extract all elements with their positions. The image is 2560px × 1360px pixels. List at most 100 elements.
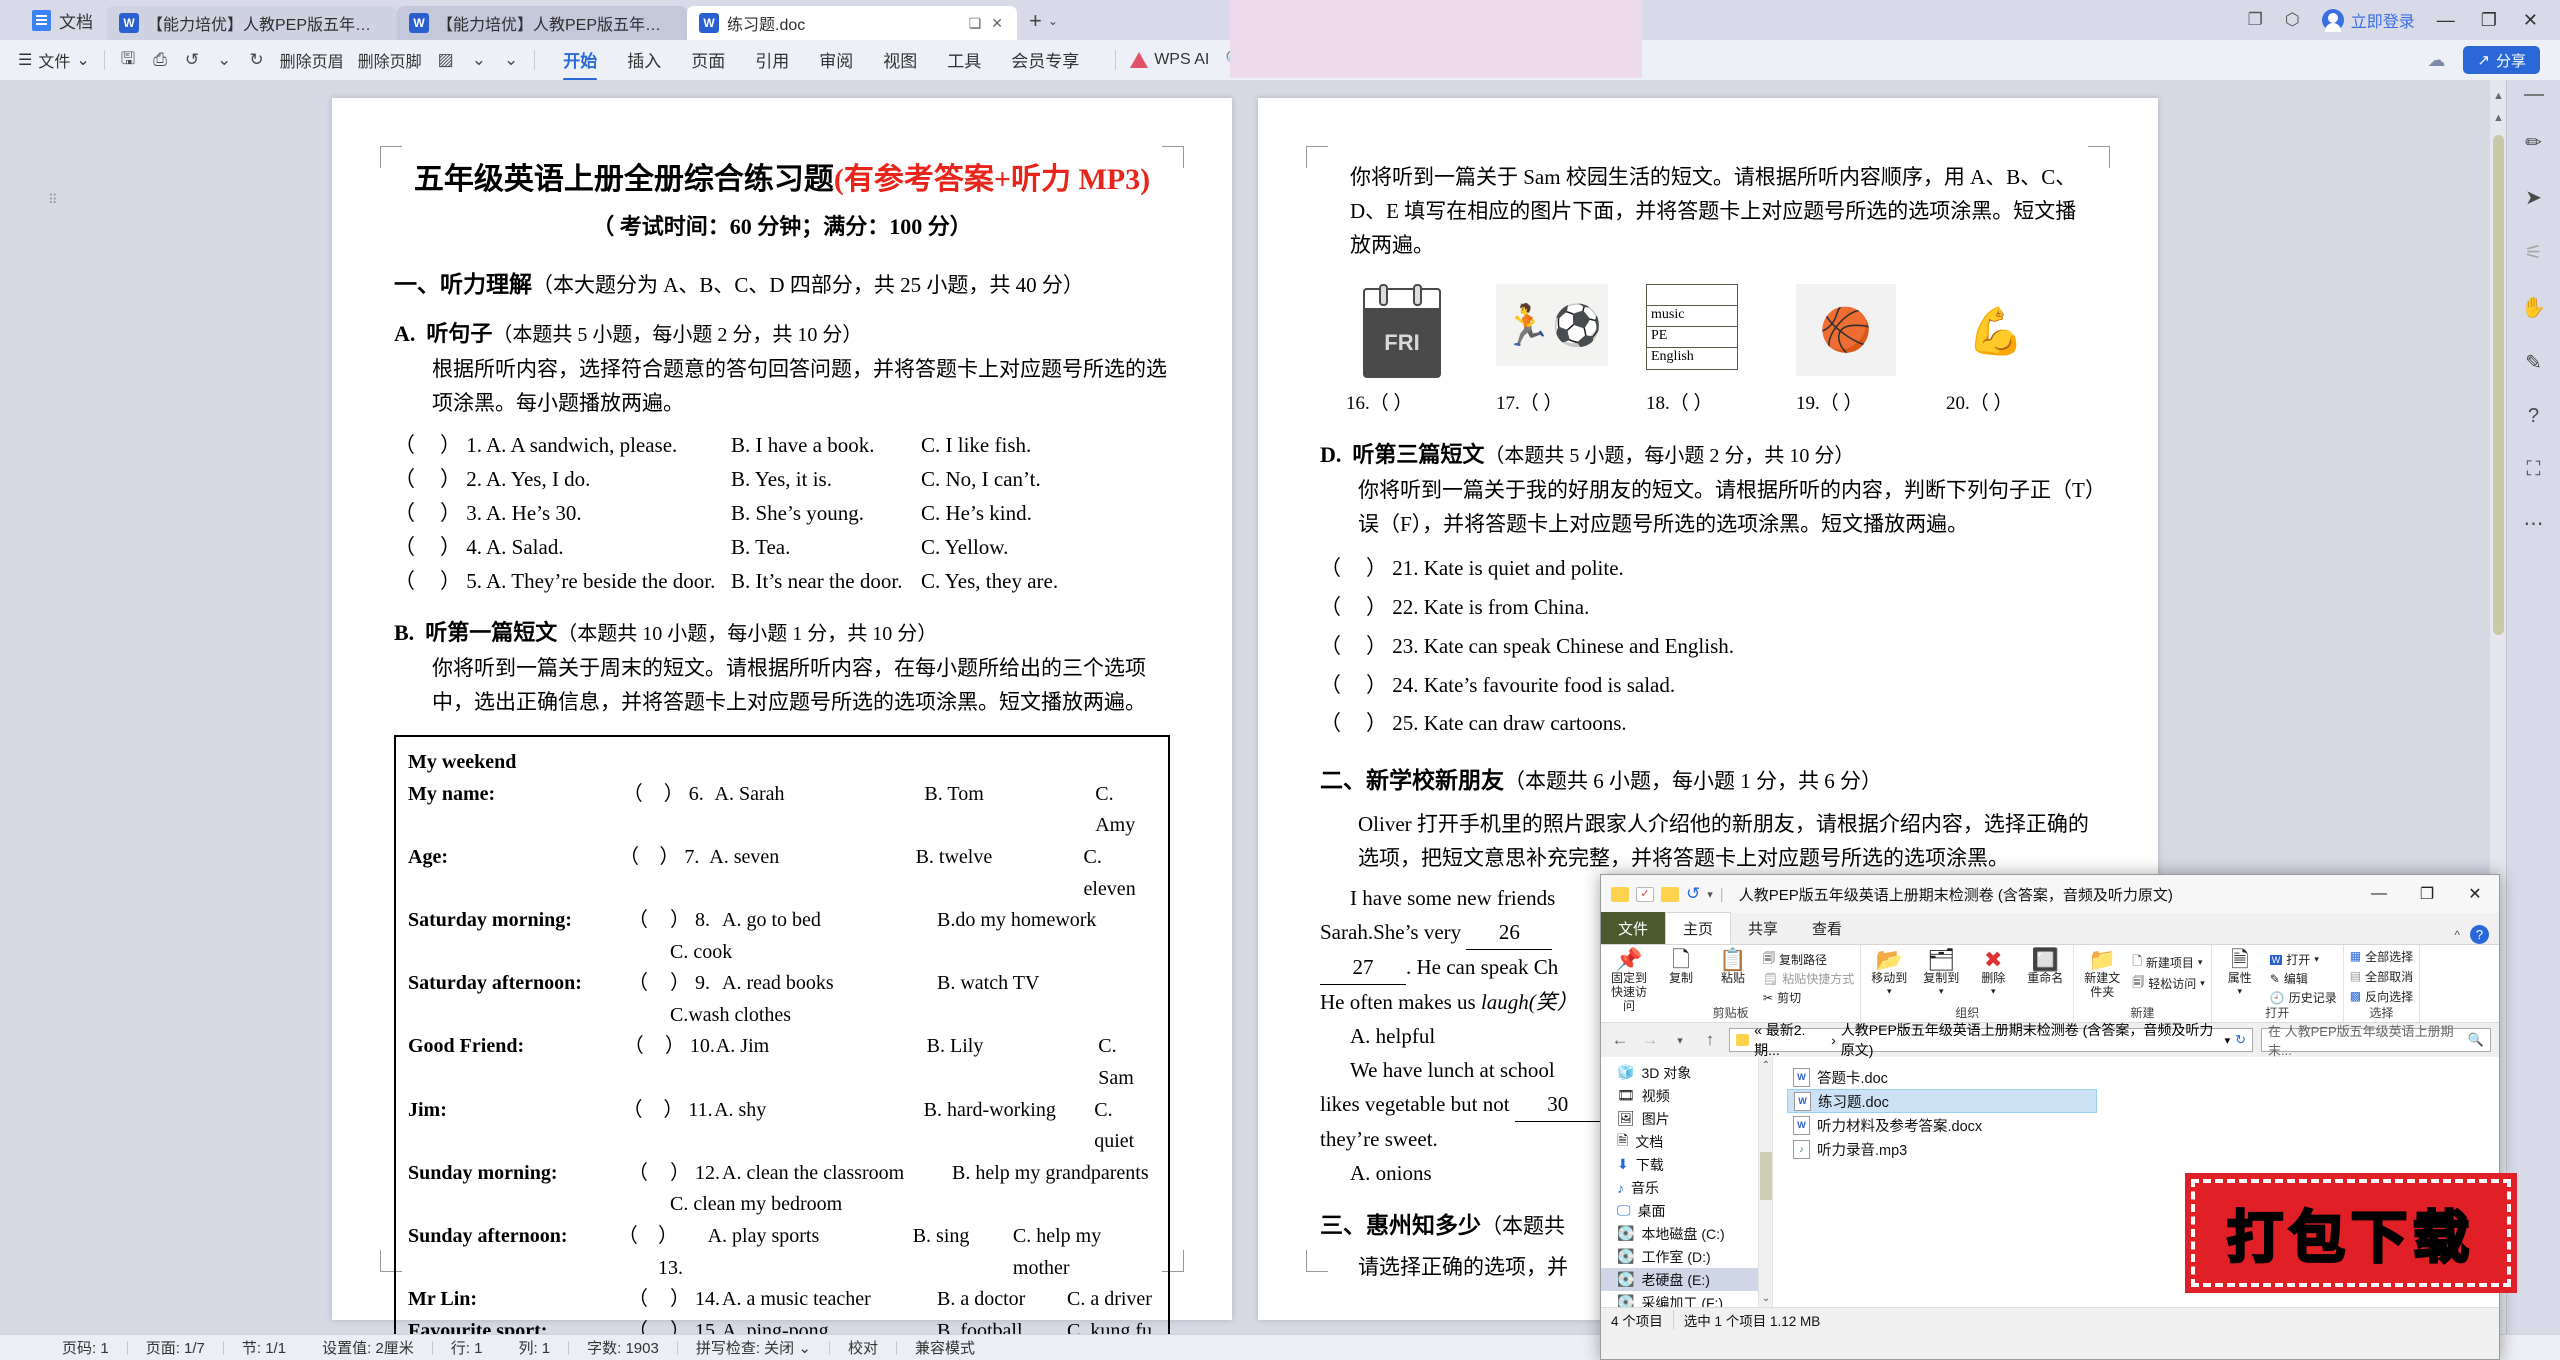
recent-locations-icon[interactable]: ▾: [1669, 1034, 1691, 1047]
new-folder-button[interactable]: 📁 新建文件夹: [2080, 948, 2124, 1000]
undo-icon[interactable]: ↺: [183, 50, 201, 70]
copy-path-button[interactable]: 🗐 复制路径: [1763, 951, 1854, 968]
scroll-down-arrow[interactable]: ⌄: [1759, 1293, 1773, 1304]
status-proofread[interactable]: 校对: [830, 1337, 896, 1358]
explorer-minimize-button[interactable]: —: [2355, 879, 2403, 909]
invert-selection-button[interactable]: ▩ 反向选择: [2350, 988, 2413, 1005]
nav-item-drive-d[interactable]: 💽 工作室 (D:): [1601, 1245, 1758, 1268]
status-page-count[interactable]: 页面: 1/7: [128, 1337, 223, 1358]
forward-button[interactable]: →: [1639, 1030, 1661, 1050]
ocr-scan-icon[interactable]: ⛶: [2527, 458, 2541, 481]
tab-start[interactable]: 开始: [563, 47, 598, 81]
tab-insert[interactable]: 插入: [627, 47, 661, 74]
nav-item-drive-f[interactable]: 💽 采编加工 (F:): [1601, 1291, 1758, 1307]
wps-ai-button[interactable]: WPS AI: [1130, 51, 1209, 69]
nav-item-music[interactable]: ♪ 音乐: [1601, 1176, 1758, 1199]
document-page-1[interactable]: 五年级英语上册全册综合练习题(有参考答案+听力 MP3) （ 考试时间：60 分…: [332, 98, 1232, 1360]
navigation-pane[interactable]: 🧊 3D 对象 🎞 视频 🖼 图片 🗎 文档 ⬇ 下载 ♪ 音乐 🖵 桌面 💽 本地磁盘 (C:…: [1601, 1057, 1759, 1307]
scrollbar-thumb[interactable]: [1760, 1152, 1772, 1200]
status-compat-mode[interactable]: 兼容模式: [897, 1337, 993, 1358]
chevron-down-icon[interactable]: ▾: [1707, 888, 1713, 901]
tab-review[interactable]: 审阅: [819, 47, 853, 74]
properties-quick-icon[interactable]: ✓: [1636, 886, 1654, 902]
explorer-tab-share[interactable]: 共享: [1731, 912, 1795, 944]
explorer-tab-home[interactable]: 主页: [1665, 912, 1732, 944]
cursor-select-icon[interactable]: ➤: [2525, 185, 2542, 210]
breadcrumb[interactable]: « 最新2.期... › 人教PEP版五年级英语上册期末检测卷 (含答案，音频及…: [1729, 1022, 2253, 1058]
select-all-button[interactable]: ▦ 全部选择: [2350, 948, 2413, 965]
refresh-icon[interactable]: ↻: [2235, 1032, 2246, 1048]
window-list-icon[interactable]: ❐: [2248, 10, 2263, 30]
adjust-sliders-icon[interactable]: ⚟: [2525, 240, 2543, 265]
collapse-ribbon-icon[interactable]: ^: [2454, 928, 2460, 942]
print-icon[interactable]: ⎙: [151, 50, 169, 70]
nav-item-desktop[interactable]: 🖵 桌面: [1601, 1199, 1758, 1222]
close-button[interactable]: ✕: [2523, 10, 2538, 31]
tab-reference[interactable]: 引用: [755, 47, 789, 74]
status-section[interactable]: 节: 1/1: [224, 1337, 304, 1358]
chevron-down-icon[interactable]: ▾: [2225, 1034, 2231, 1047]
scroll-down-arrow[interactable]: ▲: [2493, 112, 2504, 124]
undo-dropdown-icon[interactable]: ⌄: [215, 50, 233, 70]
nav-item-drive-c[interactable]: 💽 本地磁盘 (C:): [1601, 1222, 1758, 1245]
new-tab-button[interactable]: + ⌄: [1017, 8, 1068, 40]
paragraph-drag-handle[interactable]: ⠿: [48, 193, 60, 206]
delete-header-button[interactable]: 删除页眉: [280, 48, 344, 72]
copy-to-button[interactable]: 🗂 复制到 ▾: [1919, 948, 1963, 996]
move-to-button[interactable]: 📂 移动到 ▾: [1867, 948, 1911, 996]
cloud-upload-icon[interactable]: ☁: [2427, 50, 2445, 71]
pen-edit-icon[interactable]: ✏: [2525, 130, 2542, 155]
rename-button[interactable]: 🔲 重命名: [2023, 948, 2067, 986]
collapse-handle[interactable]: [2523, 94, 2544, 96]
open-with-button[interactable]: W 打开 ▾: [2269, 951, 2337, 968]
tools-pencil-icon[interactable]: ✎: [2525, 350, 2542, 375]
back-button[interactable]: ←: [1609, 1030, 1631, 1050]
search-input[interactable]: 在 人教PEP版五年级英语上册期末... 🔍: [2261, 1024, 2491, 1058]
hand-gesture-icon[interactable]: ✋: [2521, 295, 2546, 320]
status-spellcheck[interactable]: 拼写检查: 关闭 ⌄: [678, 1337, 829, 1358]
scroll-up-arrow[interactable]: ⌃: [1759, 1060, 1773, 1071]
status-row[interactable]: 行: 1: [433, 1337, 501, 1358]
properties-button[interactable]: 🗎 属性 ▾: [2218, 948, 2262, 996]
file-item-answer-sheet[interactable]: W 答题卡.doc: [1787, 1065, 2097, 1089]
delete-button[interactable]: ✖ 删除 ▾: [1971, 948, 2015, 996]
highlighter-dropdown-icon[interactable]: ⌄: [470, 50, 488, 70]
more-dots-icon[interactable]: ⋯: [2524, 511, 2544, 536]
up-button[interactable]: ↑: [1699, 1030, 1721, 1050]
paste-button[interactable]: 📋 粘贴: [1711, 948, 1755, 986]
easy-access-button[interactable]: 🗐 轻松访问 ▾: [2132, 975, 2205, 992]
scroll-up-arrow[interactable]: ▲: [2493, 90, 2504, 102]
doc-tab-1[interactable]: W 【能力培优】人教PEP版五年级上册英: [107, 6, 397, 40]
tab-tools[interactable]: 工具: [947, 47, 981, 74]
chevron-down-icon[interactable]: ⌄: [1048, 14, 1058, 28]
edit-button[interactable]: ✎ 编辑: [2270, 970, 2337, 987]
explorer-close-button[interactable]: ✕: [2451, 879, 2499, 909]
nav-item-drive-e[interactable]: 💽 老硬盘 (E:): [1601, 1268, 1758, 1291]
delete-footer-button[interactable]: 删除页脚: [358, 48, 422, 72]
help-circle-icon[interactable]: ?: [2528, 405, 2539, 428]
nav-item-documents[interactable]: 🗎 文档: [1601, 1130, 1758, 1153]
restore-button[interactable]: ❐: [2481, 10, 2497, 31]
status-word-count[interactable]: 字数: 1903: [569, 1337, 677, 1358]
status-column[interactable]: 列: 1: [500, 1337, 568, 1358]
share-button[interactable]: ↗ 分享: [2463, 46, 2540, 74]
tab-view[interactable]: 视图: [883, 47, 917, 74]
tab-member[interactable]: 会员专享: [1011, 47, 1079, 74]
save-icon[interactable]: 🖫: [119, 46, 137, 75]
redo-icon[interactable]: ↻: [247, 50, 265, 70]
status-page-number[interactable]: 页码: 1: [44, 1337, 127, 1358]
explorer-maximize-button[interactable]: ❐: [2403, 879, 2451, 909]
file-item-listening-audio[interactable]: ♪ 听力录音.mp3: [1787, 1137, 2097, 1161]
doc-tab-3-active[interactable]: W 练习题.doc ❏ ✕: [687, 6, 1017, 40]
breadcrumb-root[interactable]: « 最新2.期...: [1754, 1020, 1826, 1060]
cube-icon[interactable]: ⬡: [2285, 10, 2300, 30]
undo-icon[interactable]: ↺: [1686, 884, 1700, 904]
file-item-listening-answers[interactable]: W 听力材料及参考答案.docx: [1787, 1113, 2097, 1137]
file-item-exercises[interactable]: W 练习题.doc: [1787, 1089, 2097, 1113]
quick-access-more-icon[interactable]: ⌄: [502, 50, 520, 70]
copy-button[interactable]: 🗋 复制: [1659, 948, 1703, 986]
help-circle-icon[interactable]: ?: [2470, 925, 2489, 944]
nav-item-3d-objects[interactable]: 🧊 3D 对象: [1601, 1061, 1758, 1084]
scrollbar-thumb[interactable]: [2493, 135, 2504, 635]
paste-shortcut-button[interactable]: 🗒 粘贴快捷方式: [1763, 970, 1854, 987]
